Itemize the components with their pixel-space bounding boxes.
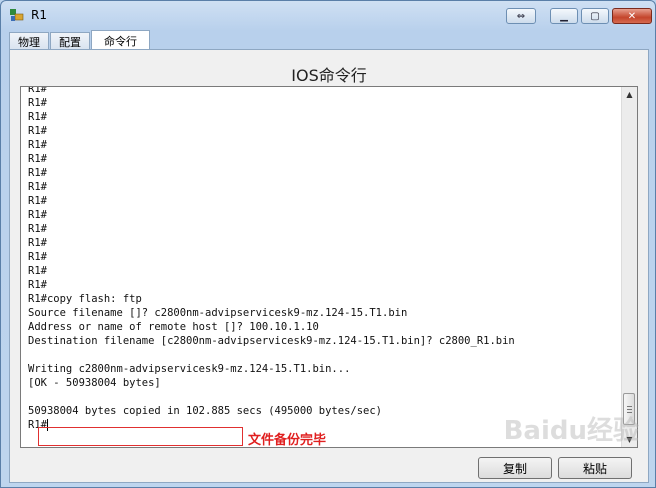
tab-config[interactable]: 配置 — [50, 32, 90, 50]
console-line: R1# — [28, 97, 47, 109]
router-icon — [9, 7, 25, 23]
console-line: R1#copy flash: ftp — [28, 293, 142, 305]
tab-physical[interactable]: 物理 — [9, 32, 49, 50]
console-line: R1# — [28, 251, 47, 263]
console-line: R1# — [28, 279, 47, 291]
minimize-icon[interactable]: ▁ — [550, 8, 578, 24]
maximize-icon[interactable]: ▢ — [581, 8, 609, 24]
scroll-up-icon[interactable]: ▲ — [622, 87, 637, 102]
tab-bar: 物理 配置 命令行 — [9, 30, 151, 50]
console-line: R1# — [28, 237, 47, 249]
console-line: R1# — [28, 265, 47, 277]
vertical-scrollbar[interactable]: ▲ ▼ — [621, 87, 637, 447]
title-bar[interactable]: R1 ⇔ ▁ ▢ ✕ — [1, 1, 655, 30]
console-line: R1# — [28, 139, 47, 151]
console-line: R1# — [28, 195, 47, 207]
console-line: R1# — [28, 167, 47, 179]
highlight-box — [38, 427, 243, 446]
console-line: R1# — [28, 153, 47, 165]
console-line: R1# — [28, 111, 47, 123]
console-line: 50938004 bytes copied in 102.885 secs (4… — [28, 405, 383, 417]
console-line: R1# — [28, 125, 47, 137]
paste-button[interactable]: 粘贴 — [558, 457, 632, 479]
app-window: R1 ⇔ ▁ ▢ ✕ 物理 配置 命令行 IOS命令行 R1# R1# R1# … — [0, 0, 656, 488]
watermark: Baidu经验 — [503, 416, 639, 446]
console-line: Destination filename [c2800nm-advipservi… — [28, 335, 515, 347]
cli-console[interactable]: R1# R1# R1# R1# R1# R1# R1# R1# R1# R1# … — [20, 86, 638, 448]
console-output: R1# R1# R1# R1# R1# R1# R1# R1# R1# R1# … — [28, 86, 618, 432]
console-line: R1# — [28, 209, 47, 221]
console-line: R1# — [28, 86, 47, 95]
window-title: R1 — [31, 8, 47, 22]
console-line: Address or name of remote host []? 100.1… — [28, 321, 319, 333]
copy-button[interactable]: 复制 — [478, 457, 552, 479]
restore-icon[interactable]: ⇔ — [506, 8, 536, 24]
console-line: [OK - 50938004 bytes] — [28, 377, 161, 389]
console-line: Writing c2800nm-advipservicesk9-mz.124-1… — [28, 363, 351, 375]
tab-cli[interactable]: 命令行 — [91, 30, 150, 50]
close-icon[interactable]: ✕ — [612, 8, 652, 24]
panel-title: IOS命令行 — [291, 66, 367, 85]
console-line: Source filename []? c2800nm-advipservice… — [28, 307, 408, 319]
console-line: R1# — [28, 223, 47, 235]
console-line: R1# — [28, 181, 47, 193]
annotation-label: 文件备份完毕 — [248, 433, 327, 448]
